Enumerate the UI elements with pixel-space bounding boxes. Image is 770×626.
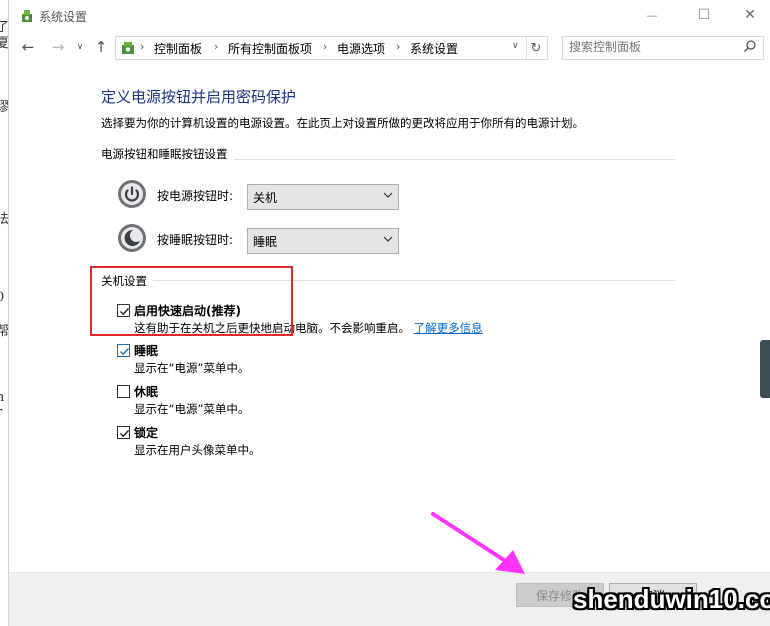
checkmark-icon <box>120 348 130 356</box>
back-arrow-icon: ← <box>21 38 35 56</box>
sleep-checkbox[interactable] <box>117 344 130 357</box>
chevron-down-icon: ∨ <box>76 42 84 52</box>
recent-locations-button[interactable]: ∨ <box>73 37 87 57</box>
hibernate-option-description: 显示在“电源”菜单中。 <box>134 402 250 416</box>
breadcrumb-separator: › <box>214 40 219 53</box>
forward-button[interactable]: → <box>47 37 69 57</box>
background-window-edge: 了夏谬 ,法0 帮nr <box>0 0 8 626</box>
navigation-bar: ← → ∨ ↑ › 控制面板 › 所有控制面板项 › 电源选项 › 系统设置 ∨… <box>9 32 770 62</box>
power-button-value: 关机 <box>253 191 278 205</box>
breadcrumb-system-settings[interactable]: 系统设置 <box>410 40 458 57</box>
highlight-annotation-box <box>90 266 293 336</box>
lock-checkbox[interactable] <box>117 426 130 439</box>
search-input[interactable] <box>569 40 729 54</box>
power-button-icon <box>118 180 146 208</box>
title-bar: 系统设置 — ☐ ✕ <box>9 0 770 32</box>
section-label-power-buttons: 电源按钮和睡眠按钮设置 <box>101 146 234 162</box>
power-button-label: 按电源按钮时: <box>157 189 234 203</box>
breadcrumb-all-items[interactable]: 所有控制面板项 <box>228 40 312 57</box>
up-button[interactable]: ↑ <box>91 37 111 57</box>
back-button[interactable]: ← <box>17 37 39 57</box>
up-arrow-icon: ↑ <box>94 38 108 56</box>
sleep-button-label: 按睡眠按钮时: <box>157 233 234 247</box>
close-icon: ✕ <box>744 7 756 23</box>
hibernate-checkbox[interactable] <box>117 385 130 398</box>
breadcrumb-separator: › <box>140 40 145 53</box>
lock-option-description: 显示在用户头像菜单中。 <box>134 443 261 457</box>
breadcrumb-separator: › <box>396 40 401 53</box>
refresh-button[interactable]: ↻ <box>525 36 548 60</box>
address-bar[interactable]: › 控制面板 › 所有控制面板项 › 电源选项 › 系统设置 ∨ <box>115 36 527 60</box>
control-panel-icon <box>122 42 134 54</box>
sleep-option-description: 显示在“电源”菜单中。 <box>134 361 250 375</box>
system-settings-window: 系统设置 — ☐ ✕ ← → ∨ ↑ › 控制面板 › 所有控制面板项 › 电源… <box>8 0 770 626</box>
sleep-button-select[interactable]: 睡眠 <box>247 228 399 254</box>
lock-option-label[interactable]: 锁定 <box>134 424 158 441</box>
sleep-option-label[interactable]: 睡眠 <box>134 342 158 359</box>
checkmark-icon <box>120 430 130 438</box>
refresh-icon: ↻ <box>530 40 542 56</box>
address-dropdown-icon[interactable]: ∨ <box>512 41 519 51</box>
page-description: 选择要为你的计算机设置的电源设置。在此页上对设置所做的更改将应用于你所有的电源计… <box>101 116 584 130</box>
sleep-button-value: 睡眠 <box>253 235 278 249</box>
forward-arrow-icon: → <box>51 38 65 56</box>
minimize-button[interactable]: — <box>629 0 675 30</box>
search-box[interactable] <box>562 36 764 60</box>
breadcrumb-control-panel[interactable]: 控制面板 <box>154 40 202 57</box>
sleep-button-icon <box>118 224 146 252</box>
maximize-button[interactable]: ☐ <box>681 0 727 30</box>
close-button[interactable]: ✕ <box>727 0 770 30</box>
power-button-select[interactable]: 关机 <box>247 184 399 210</box>
power-options-app-icon <box>22 10 32 22</box>
minimize-icon: — <box>646 8 658 22</box>
learn-more-link[interactable]: 了解更多信息 <box>414 321 483 335</box>
annotation-arrow <box>431 512 525 574</box>
search-icon[interactable] <box>743 39 757 53</box>
window-title: 系统设置 <box>39 10 88 24</box>
chevron-down-icon <box>383 236 393 242</box>
watermark-text: shenduwin10.com <box>573 584 770 614</box>
side-gadget <box>760 340 770 398</box>
page-title: 定义电源按钮并启用密码保护 <box>101 88 297 106</box>
breadcrumb-separator: › <box>323 40 328 53</box>
breadcrumb-power-options[interactable]: 电源选项 <box>337 40 385 57</box>
hibernate-option-label[interactable]: 休眠 <box>134 383 158 400</box>
chevron-down-icon <box>383 192 393 198</box>
maximize-icon: ☐ <box>697 7 711 23</box>
